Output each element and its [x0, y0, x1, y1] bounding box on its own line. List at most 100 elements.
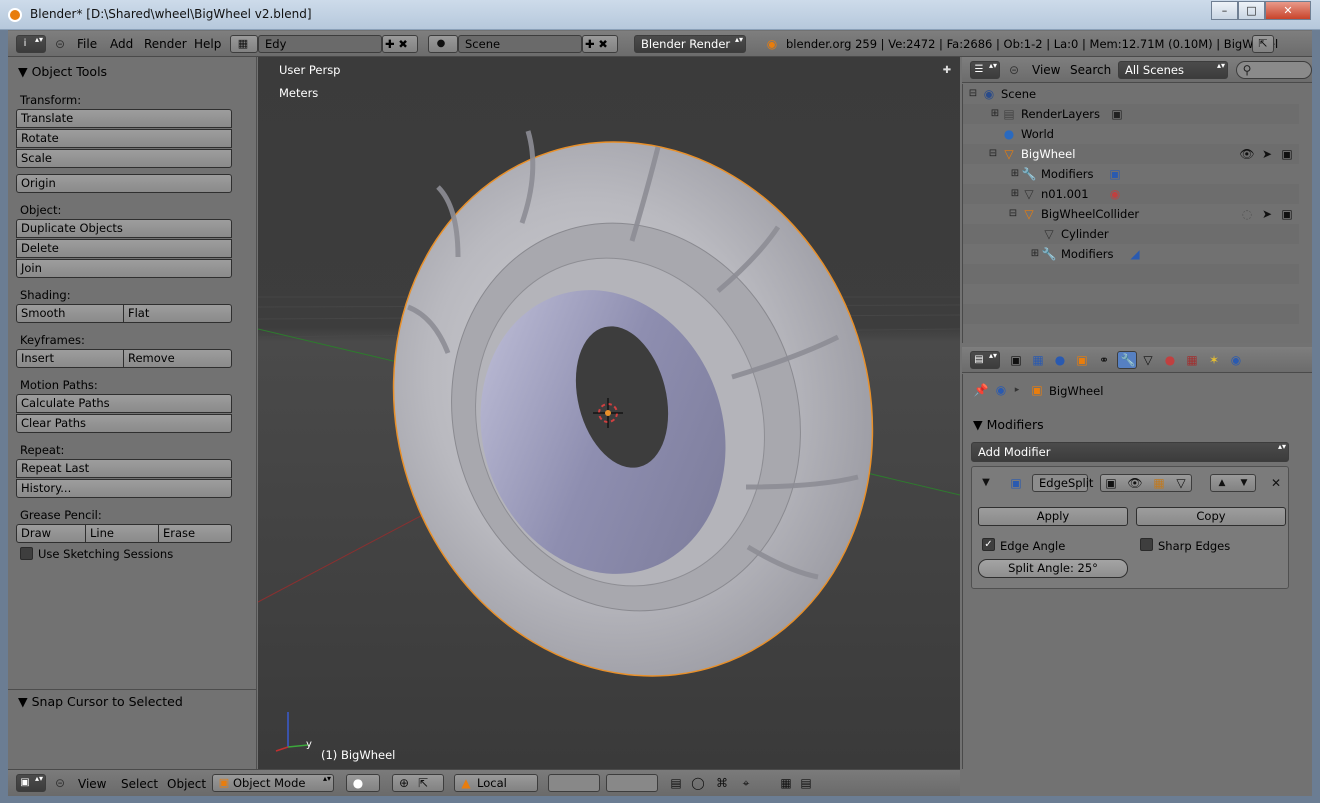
modifier-name-field[interactable]: EdgeSplit	[1032, 474, 1093, 492]
outliner-row-modifiers-2[interactable]: ⊞ 🔧 Modifiers ◢	[963, 244, 1299, 264]
pin-icon[interactable]: 📌	[973, 382, 989, 398]
sharp-edges-checkbox[interactable]	[1140, 538, 1153, 551]
scene-name-field[interactable]: Scene	[458, 35, 582, 53]
outliner-row-collider[interactable]: ⊟ ▽ BigWheelCollider ◌ ➤ ▣	[963, 204, 1299, 224]
object-tab-icon[interactable]: ▣	[1074, 352, 1090, 368]
apply-button[interactable]: Apply	[978, 507, 1128, 526]
pivot-point-dropdown[interactable]: ⊕ ⇱	[392, 774, 444, 792]
menu-add[interactable]: Add	[110, 31, 133, 57]
texture-tab-icon[interactable]: ▦	[1184, 352, 1200, 368]
history-button[interactable]: History...	[16, 479, 232, 498]
move-down-icon[interactable]: ▼	[1236, 475, 1252, 491]
smooth-button[interactable]: Smooth	[16, 304, 124, 323]
collapse-arrow-icon[interactable]: ▼	[978, 475, 994, 491]
modifiers-panel-header[interactable]: ▼ Modifiers	[973, 417, 1044, 432]
line-button[interactable]: Line	[85, 524, 159, 543]
menu-help[interactable]: Help	[194, 31, 221, 57]
remove-modifier-icon[interactable]: ✕	[1268, 475, 1284, 491]
last-operator-header[interactable]: ▼ Snap Cursor to Selected	[18, 694, 183, 709]
remove-keyframe-button[interactable]: Remove	[123, 349, 232, 368]
duplicate-objects-button[interactable]: Duplicate Objects	[16, 219, 232, 238]
maximize-button[interactable]: □	[1238, 1, 1265, 20]
material-tab-icon[interactable]: ●	[1162, 352, 1178, 368]
collapse-icon[interactable]: ⊟	[985, 146, 1001, 162]
collapse-menu-icon[interactable]: ⊝	[52, 775, 68, 791]
delete-button[interactable]: Delete	[16, 239, 232, 258]
render-tab-icon[interactable]: ▣	[1008, 352, 1024, 368]
viewport-editor-type-dropdown[interactable]: ▣	[16, 774, 46, 792]
add-modifier-dropdown[interactable]: Add Modifier	[971, 442, 1289, 462]
draw-button[interactable]: Draw	[16, 524, 86, 543]
repeat-last-button[interactable]: Repeat Last	[16, 459, 232, 478]
render-camera-icon[interactable]: ▦	[778, 775, 794, 791]
outliner-row-mesh[interactable]: ⊞ ▽ n01.001 ◉	[963, 184, 1299, 204]
physics-tab-icon[interactable]: ◉	[1228, 352, 1244, 368]
menu-file[interactable]: File	[77, 31, 97, 57]
constraints-tab-icon[interactable]: ⚭	[1096, 352, 1112, 368]
scale-button[interactable]: Scale	[16, 149, 232, 168]
collapse-menu-icon[interactable]: ⊝	[52, 36, 68, 52]
transform-orientation-dropdown[interactable]: ▲ Local	[454, 774, 538, 792]
calculate-paths-button[interactable]: Calculate Paths	[16, 394, 232, 413]
menu-object[interactable]: Object	[167, 771, 206, 797]
selectability-cursor-icon[interactable]: ➤	[1259, 146, 1275, 162]
menu-view[interactable]: View	[78, 771, 106, 797]
layout-name-field[interactable]: Edy	[258, 35, 382, 53]
menu-render[interactable]: Render	[144, 31, 187, 57]
outliner-row-bigwheel[interactable]: ⊟ ▽ BigWheel 👁 ➤ ▣	[963, 144, 1299, 164]
copy-button[interactable]: Copy	[1136, 507, 1286, 526]
collapse-icon[interactable]: ⊟	[1005, 206, 1021, 222]
plus-icon[interactable]: ✚	[939, 63, 955, 79]
clear-paths-button[interactable]: Clear Paths	[16, 414, 232, 433]
collapse-icon[interactable]: ⊟	[965, 86, 981, 102]
viewport-shading-dropdown[interactable]: ●	[346, 774, 380, 792]
scene-browse-button[interactable]: ●	[428, 35, 458, 53]
lock-layers-icon[interactable]: ▤	[668, 775, 684, 791]
snap-target-icon[interactable]: ⌖	[738, 775, 754, 791]
proportional-edit-icon[interactable]: ◯	[690, 775, 706, 791]
sketching-sessions-checkbox[interactable]	[20, 547, 33, 560]
editor-type-dropdown[interactable]: i	[16, 35, 46, 53]
scene-add-remove[interactable]: ✚ ✖	[582, 35, 618, 53]
outliner-editor-type-dropdown[interactable]: ☰	[970, 61, 1000, 79]
modifiers-tab-icon[interactable]: 🔧	[1117, 351, 1137, 369]
object-tools-header[interactable]: ▼ Object Tools	[18, 64, 107, 79]
collapse-menu-icon[interactable]: ⊝	[1006, 62, 1022, 78]
layout-add-remove[interactable]: ✚ ✖	[382, 35, 418, 53]
origin-button[interactable]: Origin	[16, 174, 232, 193]
layout-browse-button[interactable]: ▦	[230, 35, 258, 53]
erase-button[interactable]: Erase	[158, 524, 232, 543]
layers-group-1[interactable]	[548, 774, 600, 792]
edge-angle-checkbox[interactable]: ✓	[982, 538, 995, 551]
mode-dropdown[interactable]: ▣ Object Mode	[212, 774, 334, 792]
outliner-row-world[interactable]: ● World	[963, 124, 1299, 144]
outliner-search-input[interactable]: ⚲	[1236, 61, 1312, 79]
properties-editor-type-dropdown[interactable]: ▤	[970, 351, 1000, 369]
viewport-toggle-icon[interactable]: 👁	[1127, 475, 1143, 491]
outliner-menu-view[interactable]: View	[1032, 57, 1060, 83]
minimize-button[interactable]: –	[1211, 1, 1238, 20]
menu-select[interactable]: Select	[121, 771, 158, 797]
translate-button[interactable]: Translate	[16, 109, 232, 128]
rotate-button[interactable]: Rotate	[16, 129, 232, 148]
outliner-row-renderlayers[interactable]: ⊞ ▤ RenderLayers ▣	[963, 104, 1299, 124]
close-button[interactable]: ✕	[1265, 1, 1311, 20]
flat-button[interactable]: Flat	[123, 304, 232, 323]
insert-keyframe-button[interactable]: Insert	[16, 349, 124, 368]
selectability-cursor-icon[interactable]: ➤	[1259, 206, 1275, 222]
outliner-row-cylinder[interactable]: ▽ Cylinder	[963, 224, 1299, 244]
editmode-toggle-icon[interactable]: ▦	[1151, 475, 1167, 491]
cage-toggle-icon[interactable]: ▽	[1173, 475, 1189, 491]
particles-tab-icon[interactable]: ✶	[1206, 352, 1222, 368]
layers-group-2[interactable]	[606, 774, 658, 792]
render-engine-dropdown[interactable]: Blender Render	[634, 35, 746, 53]
outliner-menu-search[interactable]: Search	[1070, 57, 1111, 83]
render-animation-icon[interactable]: ▤	[798, 775, 814, 791]
move-up-icon[interactable]: ▲	[1214, 475, 1230, 491]
render-camera-icon[interactable]: ▣	[1279, 206, 1295, 222]
visibility-eye-icon[interactable]: 👁	[1239, 146, 1255, 162]
outliner-row-scene[interactable]: ⊟ ◉ Scene	[963, 84, 1299, 104]
split-angle-slider[interactable]: Split Angle: 25°	[978, 559, 1128, 578]
outliner-row-modifiers[interactable]: ⊞ 🔧 Modifiers ▣	[963, 164, 1299, 184]
render-camera-icon[interactable]: ▣	[1279, 146, 1295, 162]
